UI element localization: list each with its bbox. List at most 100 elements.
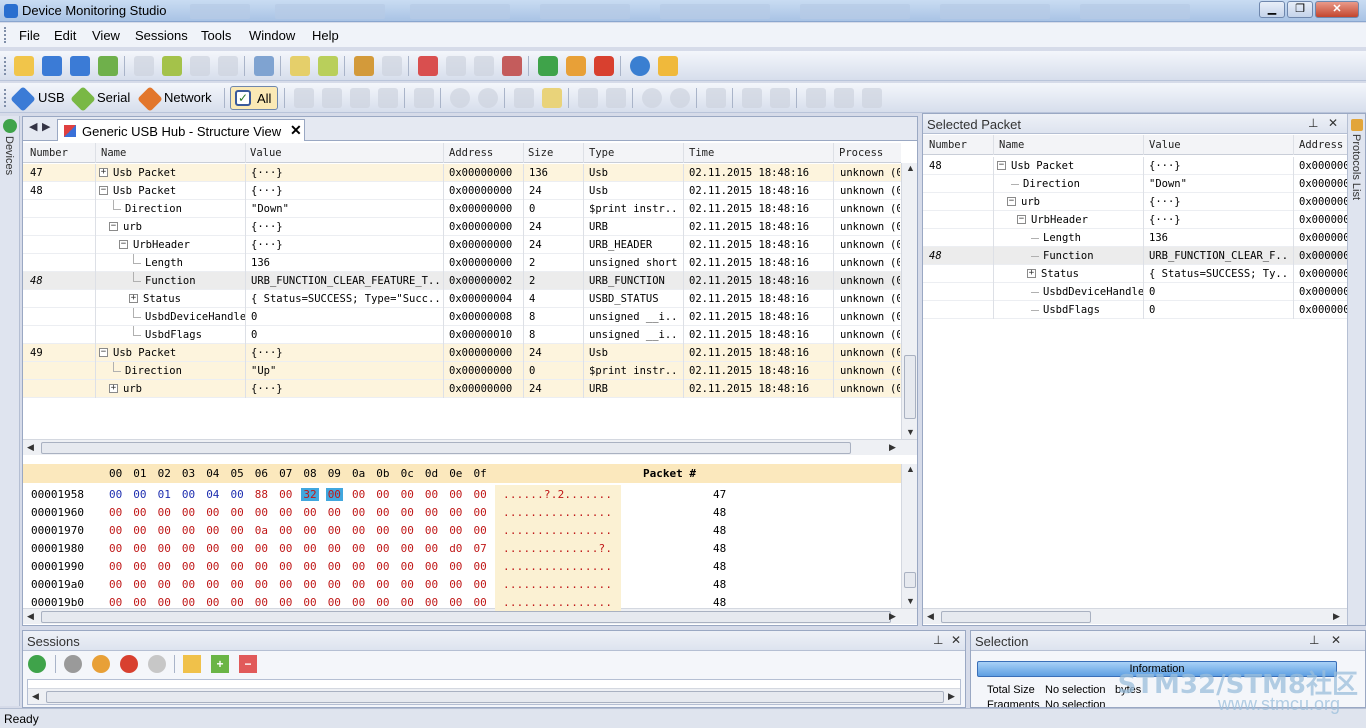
hex-byte[interactable]: 00 — [158, 542, 171, 555]
close-button[interactable]: ✕ — [1315, 1, 1359, 18]
hex-byte[interactable]: 00 — [255, 560, 268, 573]
table-row[interactable]: UsbdDeviceHandle 0 0x000000 — [923, 283, 1347, 301]
expand-icon[interactable]: + — [129, 294, 138, 303]
scroll-thumb[interactable] — [904, 355, 916, 419]
table-row[interactable]: − UrbHeader {···} 0x000000 — [923, 211, 1347, 229]
hex-byte[interactable]: 01 — [158, 488, 171, 501]
hex-byte[interactable]: 00 — [231, 578, 244, 591]
tree-icon[interactable] — [706, 88, 726, 108]
hex-byte[interactable]: 00 — [328, 560, 341, 573]
hex-vscrollbar[interactable]: ▲ ▼ — [901, 464, 917, 608]
hex-byte[interactable]: 00 — [182, 506, 195, 519]
pointer-icon[interactable] — [294, 88, 314, 108]
hex-byte[interactable]: 00 — [328, 542, 341, 555]
cluster-icon[interactable] — [642, 88, 662, 108]
new-session-icon[interactable] — [418, 56, 438, 76]
hex-byte[interactable]: 00 — [279, 578, 292, 591]
hex-byte[interactable]: 00 — [474, 578, 487, 591]
session-icon[interactable] — [474, 56, 494, 76]
settings-icon[interactable] — [658, 56, 678, 76]
hex-byte[interactable]: 00 — [133, 596, 146, 609]
hex-byte[interactable]: 0a — [255, 524, 268, 537]
table-row[interactable]: 48 − Usb Packet {···} 0x000000 — [923, 157, 1347, 175]
hex-byte[interactable]: 00 — [352, 542, 365, 555]
copy-icon[interactable] — [162, 56, 182, 76]
table-row[interactable]: {···} 0x00000000 24 URB_HEADER 02.11.2015 18… — [23, 236, 901, 254]
properties-icon[interactable] — [254, 56, 274, 76]
hex-row[interactable]: 00001990 00 00 00 00 00 00 00 00 00 00 00 00 00 00 00 00… — [23, 557, 901, 575]
hex-byte[interactable]: 00 — [255, 542, 268, 555]
column-divider[interactable] — [95, 143, 96, 163]
hex-byte[interactable]: 00 — [279, 524, 292, 537]
hex-byte[interactable]: 00 — [158, 506, 171, 519]
hex-byte[interactable]: 00 — [109, 488, 122, 501]
table-row[interactable]: "Up" 0x00000000 0 $print instr... 02.11.2015… — [23, 362, 901, 380]
scroll-down-icon[interactable]: ▼ — [906, 596, 915, 606]
hex-byte[interactable]: 00 — [133, 506, 146, 519]
hex-ascii[interactable]: ................ — [503, 524, 612, 537]
hex-byte[interactable]: 00 — [328, 596, 341, 609]
hex-byte[interactable]: 00 — [255, 578, 268, 591]
scroll-up-icon[interactable]: ▲ — [906, 163, 915, 173]
hex-byte[interactable]: 00 — [133, 578, 146, 591]
hex-byte[interactable]: 00 — [474, 560, 487, 573]
remove-session-icon[interactable]: − — [239, 655, 257, 673]
hex-byte[interactable]: 00 — [328, 506, 341, 519]
column-divider[interactable] — [1143, 135, 1144, 155]
table-row[interactable]: Length 136 0x000000 — [923, 229, 1347, 247]
hex-byte[interactable]: 00 — [182, 578, 195, 591]
table-row[interactable]: 47 {···} 0x00000000 136 Usb 02.11.2015 18:48:… — [23, 164, 901, 182]
hex-byte[interactable]: 00 — [352, 560, 365, 573]
hex-byte[interactable]: 00 — [376, 506, 389, 519]
send-icon[interactable] — [806, 88, 826, 108]
hex-ascii[interactable]: ......?.2....... — [503, 488, 612, 501]
filter-icon[interactable] — [354, 56, 374, 76]
table-row[interactable]: 48 {···} 0x00000000 24 Usb 02.11.2015 18:48:1… — [23, 182, 901, 200]
close-panel-icon[interactable]: ✕ — [951, 633, 961, 647]
serial-button[interactable]: Serial — [97, 90, 130, 105]
hex-byte[interactable]: 00 — [255, 596, 268, 609]
network-button[interactable]: Network — [164, 90, 212, 105]
table-row[interactable]: 0 0x00000008 8 unsigned __i... 02.11.2015 18… — [23, 308, 901, 326]
clear-filter-icon[interactable] — [382, 56, 402, 76]
hex-ascii[interactable]: ..............?. — [503, 542, 612, 555]
hex-byte[interactable]: 00 — [352, 506, 365, 519]
collapse-icon[interactable]: − — [99, 186, 108, 195]
col-name[interactable]: Name — [101, 147, 126, 159]
hex-byte[interactable]: 00 — [303, 542, 316, 555]
paste-icon[interactable] — [190, 56, 210, 76]
scroll-thumb[interactable] — [46, 691, 944, 703]
scroll-left-icon[interactable]: ◀ — [27, 442, 34, 453]
hex-byte[interactable]: 00 — [182, 596, 195, 609]
hex-byte[interactable]: 00 — [401, 578, 414, 591]
hex-byte[interactable]: 00 — [376, 578, 389, 591]
col-number[interactable]: Number — [929, 139, 967, 151]
hex-byte[interactable]: 00 — [206, 596, 219, 609]
hex-byte[interactable]: 00 — [401, 542, 414, 555]
session-chart-icon[interactable] — [183, 655, 201, 673]
scroll-thumb[interactable] — [941, 611, 1091, 623]
hex-byte[interactable]: 00 — [376, 596, 389, 609]
graph-icon[interactable] — [742, 88, 762, 108]
table-row[interactable]: { Status=SUCCESS; Type="Succ... 0x0000000… — [23, 290, 901, 308]
pointer-icon[interactable] — [378, 88, 398, 108]
hex-byte[interactable]: 00 — [206, 542, 219, 555]
scroll-right-icon[interactable]: ▶ — [948, 691, 955, 702]
protocols-icon[interactable] — [1351, 119, 1363, 131]
hex-byte[interactable]: 00 — [474, 524, 487, 537]
scroll-left-icon[interactable]: ◀ — [27, 611, 34, 622]
hex-byte[interactable]: 00 — [133, 542, 146, 555]
column-divider[interactable] — [683, 143, 684, 163]
hex-byte[interactable]: 00 — [425, 524, 438, 537]
hex-byte[interactable]: 00 — [231, 488, 244, 501]
hex-row[interactable]: 00001970 00 00 00 00 00 00 0a 00 00 00 00 00 00 00 00 00… — [23, 521, 901, 539]
devices-icon[interactable] — [3, 119, 17, 133]
hex-byte[interactable]: 00 — [425, 596, 438, 609]
usb-icon[interactable] — [10, 86, 36, 112]
hex-byte[interactable]: 00 — [328, 578, 341, 591]
pause-icon[interactable] — [566, 56, 586, 76]
hex-byte[interactable]: 00 — [449, 506, 462, 519]
hex-byte[interactable]: 07 — [474, 542, 487, 555]
table-row[interactable]: − urb {···} 0x000000 — [923, 193, 1347, 211]
col-value[interactable]: Value — [250, 147, 282, 159]
